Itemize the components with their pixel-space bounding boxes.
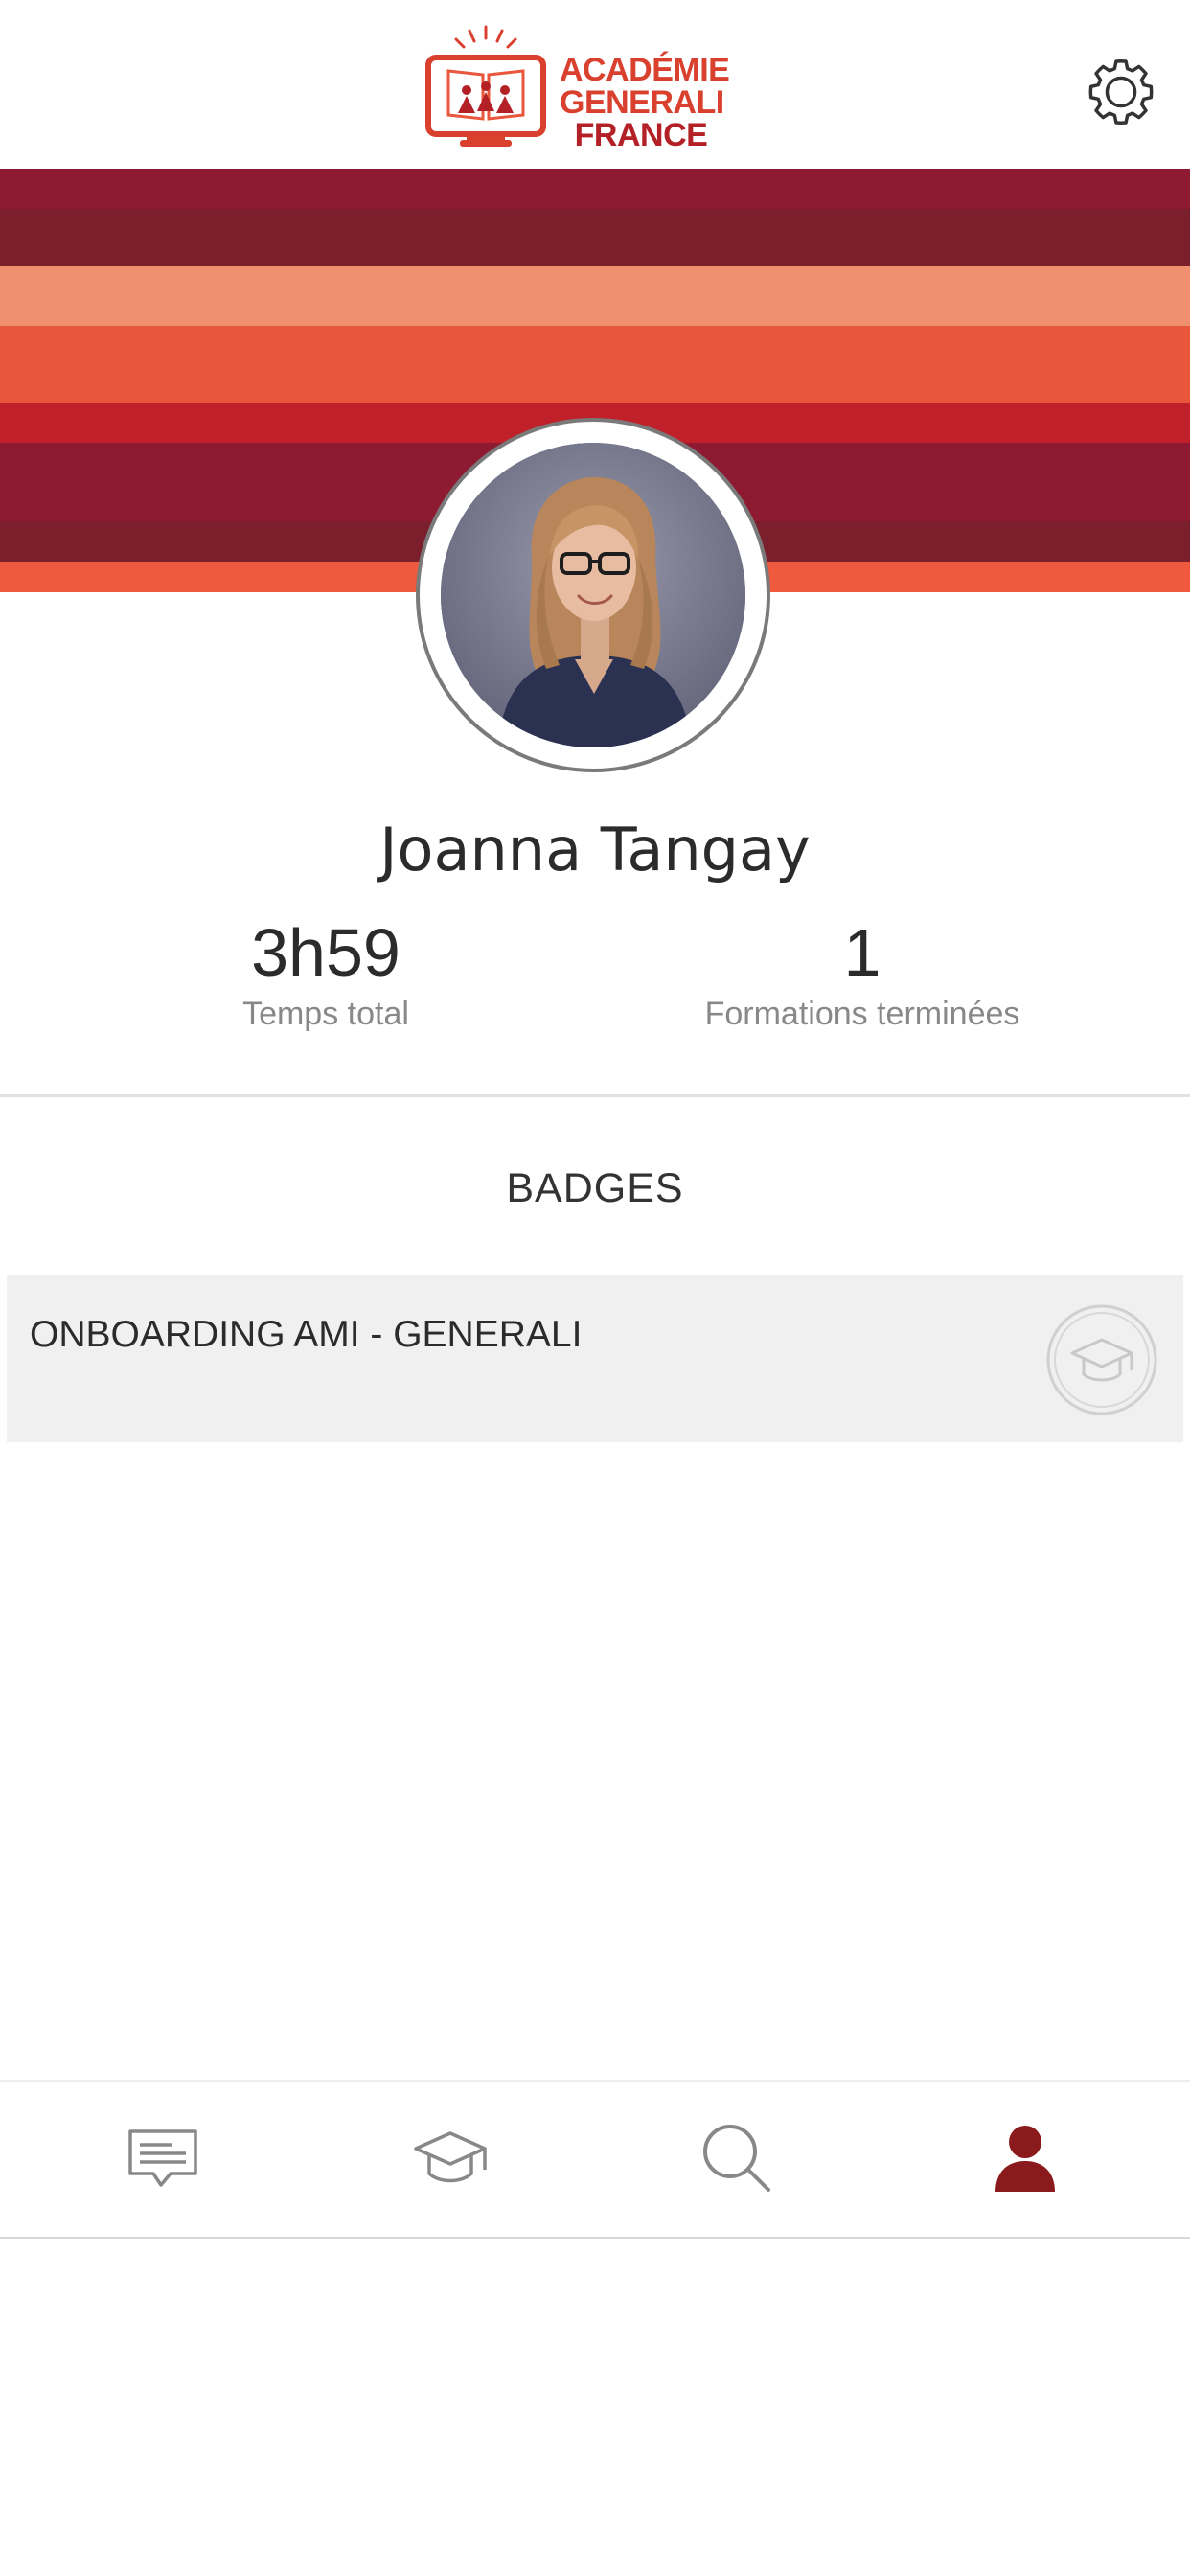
graduation-cap-icon [414,2131,487,2183]
profile-photo [441,443,745,748]
settings-button[interactable] [1085,56,1157,128]
nav-item-search[interactable] [594,2082,881,2237]
academie-generali-logo: ACADÉMIE GENERALI FRANCE [423,23,730,157]
stat-total-time: 3h59 Temps total [77,912,575,1035]
profile-photo-illustration [441,443,745,748]
message-icon [128,2129,197,2187]
banner-stripe [0,326,1190,402]
badges-heading: BADGES [506,1165,684,1211]
logo-monitor-icon [425,25,546,147]
stat-completed-trainings: 1 Formations terminées [613,912,1111,1035]
stat-value: 3h59 [251,915,400,990]
stat-label: Formations terminées [704,996,1020,1032]
logo-line-2: GENERALI [560,84,724,121]
stat-value: 1 [843,915,881,990]
app-header: ACADÉMIE GENERALI FRANCE [0,0,1190,169]
stat-label: Temps total [242,996,409,1032]
nav-item-messages[interactable] [19,2082,307,2237]
nav-item-profile[interactable] [881,2082,1169,2237]
avatar[interactable] [416,418,770,772]
banner-stripe [0,209,1190,266]
user-icon [995,2126,1055,2192]
nav-item-trainings[interactable] [307,2082,594,2237]
gear-icon [1088,58,1154,126]
logo-line-1: ACADÉMIE [560,52,730,88]
badge-item[interactable]: ONBOARDING AMI - GENERALI [7,1275,1183,1442]
graduation-cap-icon [1046,1304,1157,1415]
badge-name: ONBOARDING AMI - GENERALI [30,1314,583,1355]
logo-line-3: FRANCE [574,117,708,153]
search-icon [703,2125,770,2192]
banner-stripe [0,169,1190,209]
bottom-navigation [0,2080,1190,2239]
user-name: Joanna Tangay [379,815,811,885]
logo-wordmark: ACADÉMIE GENERALI FRANCE [560,52,730,153]
section-divider [0,1094,1190,1097]
banner-stripe [0,266,1190,326]
